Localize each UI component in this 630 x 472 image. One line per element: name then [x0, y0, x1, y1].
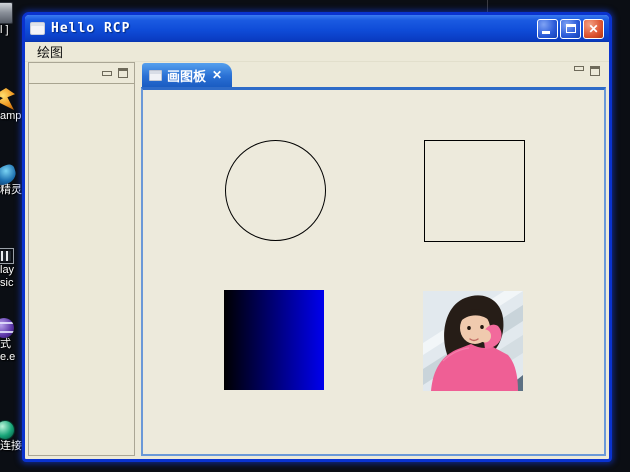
- desktop-icon-label: l ]: [0, 24, 9, 36]
- app-window: Hello RCP ✕ 绘图 画图板 ✕: [22, 12, 612, 462]
- maximize-icon: [565, 24, 576, 33]
- winamp-icon: [0, 88, 15, 110]
- desktop-icon-music-player[interactable]: lay sic: [0, 248, 23, 290]
- drawing-canvas[interactable]: [141, 87, 606, 456]
- title-bar[interactable]: Hello RCP ✕: [25, 15, 609, 42]
- view-content: [29, 84, 134, 455]
- window-title: Hello RCP: [51, 21, 131, 36]
- tab-drawing-board[interactable]: 画图板 ✕: [142, 63, 233, 87]
- minimize-icon[interactable]: [102, 70, 112, 76]
- eclipse-icon: [0, 318, 14, 338]
- printer-icon: [0, 2, 13, 24]
- desktop-icon-label: lay: [0, 264, 15, 276]
- workbench: 画图板 ✕: [28, 62, 606, 456]
- desktop-icon-winamp[interactable]: amp: [0, 88, 23, 123]
- girl-photo-illustration: [423, 291, 523, 391]
- music-player-icon: [0, 248, 14, 264]
- desktop-icon-label: sic: [0, 277, 14, 289]
- desktop-icon-connection[interactable]: 连接: [0, 420, 23, 453]
- editor-tab-bar: 画图板 ✕: [141, 62, 606, 87]
- editor-tab-label: 画图板: [167, 68, 207, 84]
- drawn-photo: [423, 291, 523, 391]
- minimize-icon[interactable]: [574, 66, 584, 71]
- editor-tab-icon: [149, 69, 162, 81]
- left-view-panel: [28, 62, 135, 456]
- desktop-icon-label: 精灵: [0, 184, 22, 196]
- drawn-gradient-rect: [224, 290, 324, 390]
- desktop-icon-label: 连接: [0, 440, 22, 452]
- editor-area: 画图板 ✕: [141, 62, 606, 456]
- maximize-icon[interactable]: [590, 66, 600, 76]
- menu-item-draw[interactable]: 绘图: [33, 41, 67, 62]
- drawn-square: [424, 140, 525, 242]
- desktop-icon-label: amp: [0, 110, 22, 122]
- drawn-circle: [225, 140, 326, 241]
- app-window-icon: [30, 22, 45, 35]
- desktop-icon-column: l ] amp 精灵 lay sic 式 e.e 连接: [0, 0, 23, 472]
- tab-close-icon[interactable]: ✕: [211, 69, 223, 81]
- desktop-icon-eclipse[interactable]: 式 e.e: [0, 318, 23, 364]
- view-toolbar: [29, 63, 134, 84]
- maximize-button[interactable]: [560, 18, 581, 39]
- minimize-icon: [542, 30, 550, 34]
- close-button[interactable]: ✕: [583, 18, 604, 39]
- desktop-icon-sprite[interactable]: 精灵: [0, 163, 23, 197]
- minimize-button[interactable]: [537, 18, 558, 39]
- desktop-icon-label: e.e: [0, 351, 16, 363]
- desktop-icon-label: 式: [0, 338, 11, 350]
- connection-icon: [0, 420, 15, 440]
- menu-bar: 绘图: [25, 42, 609, 62]
- maximize-icon[interactable]: [118, 68, 128, 78]
- desktop-icon-printer[interactable]: l ]: [0, 2, 23, 37]
- desktop-artifact-line: [487, 0, 488, 12]
- editor-toolbar: [574, 66, 600, 76]
